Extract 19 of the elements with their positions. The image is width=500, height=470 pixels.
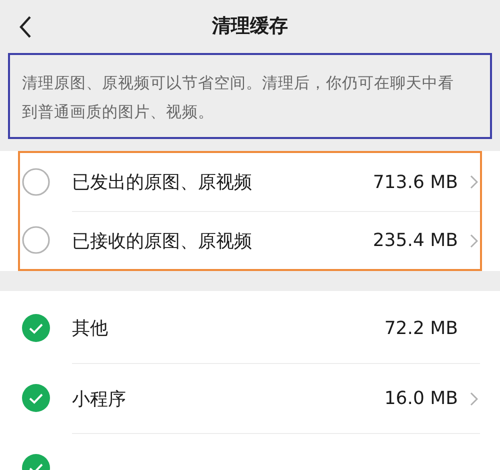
page-title: 清理缓存 [212, 14, 288, 39]
list-item[interactable]: 已接收的原图、原视频 235.4 MB [20, 211, 480, 269]
item-label: 已发出的原图、原视频 [72, 171, 252, 194]
size-value: 235.4 MB [372, 230, 458, 251]
radio-circle-icon[interactable] [22, 168, 50, 196]
radio-circle-icon[interactable] [22, 226, 50, 254]
size-value: 72.2 MB [384, 318, 458, 338]
list-item[interactable]: 已发出的原图、原视频 713.6 MB [20, 153, 480, 211]
back-icon[interactable] [18, 15, 32, 39]
notice-text: 清理原图、原视频可以节省空间。清理后，你仍可在聊天中看到普通画质的图片、视频。 [22, 73, 455, 123]
list-item[interactable]: 小程序 16.0 MB [20, 363, 480, 433]
size-value: 16.0 MB [384, 388, 458, 409]
item-label: 已接收的原图、原视频 [72, 230, 252, 252]
size-value: 713.6 MB [372, 172, 458, 192]
check-icon[interactable] [22, 314, 50, 342]
check-icon[interactable] [22, 384, 50, 412]
list-item[interactable]: 其他 72.2 MB [20, 293, 480, 363]
item-label: 小程序 [72, 388, 126, 410]
item-label: 其他 [72, 317, 108, 340]
